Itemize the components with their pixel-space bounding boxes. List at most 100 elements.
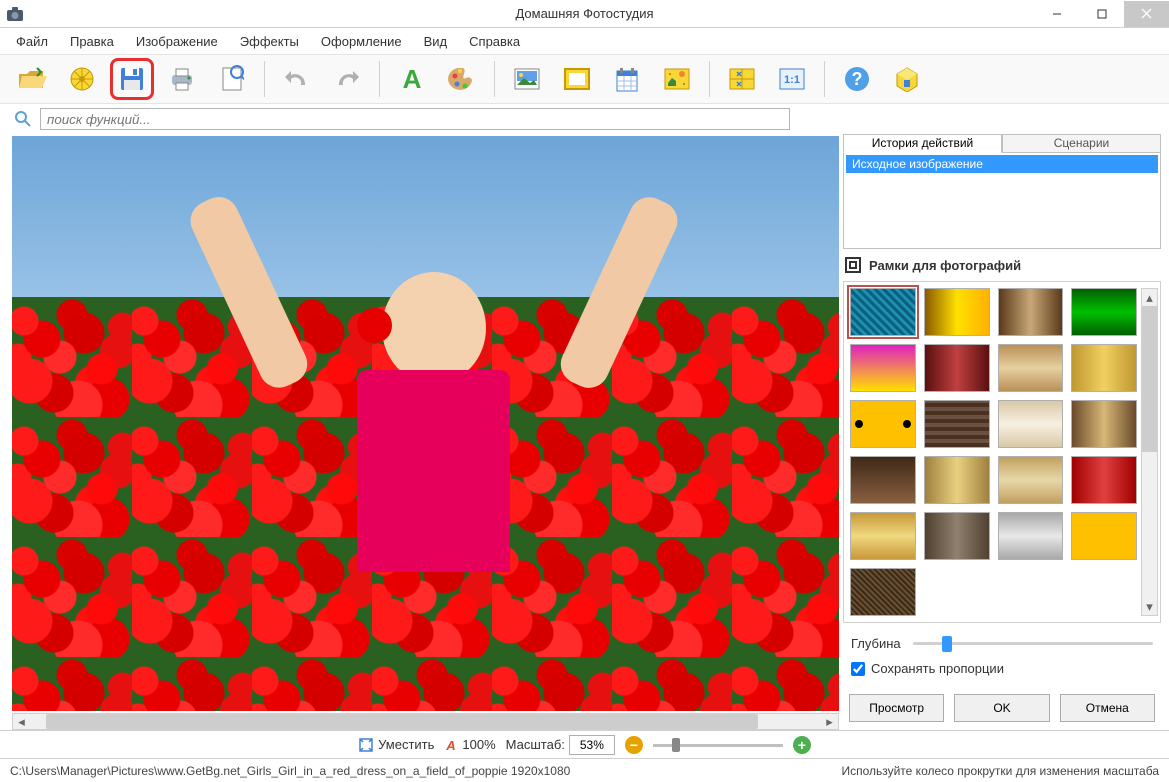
tab-scenarios[interactable]: Сценарии xyxy=(1002,134,1161,153)
scroll-right-icon[interactable]: ▸ xyxy=(821,714,838,729)
zoom-bar: Уместить A 100% Масштаб: − + xyxy=(0,730,1169,758)
frame-thumb[interactable] xyxy=(850,568,916,616)
frame-thumb[interactable] xyxy=(924,288,990,336)
frame-thumb[interactable] xyxy=(850,344,916,392)
zoom-slider[interactable] xyxy=(653,736,783,754)
menubar: Файл Правка Изображение Эффекты Оформлен… xyxy=(0,28,1169,54)
frame-thumb[interactable] xyxy=(1071,400,1137,448)
frame-thumb[interactable] xyxy=(998,400,1064,448)
depth-slider[interactable] xyxy=(913,633,1153,653)
frame-thumb[interactable] xyxy=(998,344,1064,392)
depth-row: Глубина xyxy=(843,623,1161,657)
window-title: Домашняя Фотостудия xyxy=(515,6,653,21)
frame-button[interactable] xyxy=(555,58,599,100)
scale-label: Масштаб: xyxy=(506,737,565,752)
frame-thumb[interactable] xyxy=(850,400,916,448)
print-button[interactable] xyxy=(160,58,204,100)
scroll-up-icon[interactable]: ▴ xyxy=(1142,289,1157,306)
frames-title: Рамки для фотографий xyxy=(869,258,1021,273)
hundred-label: 100% xyxy=(462,737,495,752)
menu-view[interactable]: Вид xyxy=(414,31,458,52)
calendar-button[interactable] xyxy=(605,58,649,100)
frame-thumb[interactable] xyxy=(924,512,990,560)
palette-button[interactable] xyxy=(440,58,484,100)
window-controls xyxy=(1034,1,1169,27)
frame-thumb[interactable] xyxy=(1071,512,1137,560)
frames-icon xyxy=(845,257,861,273)
open-button[interactable] xyxy=(10,58,54,100)
frame-thumb[interactable] xyxy=(850,456,916,504)
tab-history[interactable]: История действий xyxy=(843,134,1002,153)
frame-thumb[interactable] xyxy=(1071,456,1137,504)
cancel-button[interactable]: Отмена xyxy=(1060,694,1155,722)
catalog-button[interactable] xyxy=(60,58,104,100)
frame-thumb[interactable] xyxy=(924,400,990,448)
frame-thumb[interactable] xyxy=(998,456,1064,504)
save-button[interactable] xyxy=(110,58,154,100)
svg-text:A: A xyxy=(446,738,456,753)
menu-decoration[interactable]: Оформление xyxy=(311,31,412,52)
frame-thumb[interactable] xyxy=(1071,288,1137,336)
fit-button[interactable]: Уместить xyxy=(358,737,434,753)
maximize-button[interactable] xyxy=(1079,1,1124,27)
status-bar: C:\Users\Manager\Pictures\www.GetBg.net_… xyxy=(0,758,1169,782)
postcard-button[interactable] xyxy=(655,58,699,100)
zoom-out-button[interactable]: − xyxy=(625,736,643,754)
svg-text:1:1: 1:1 xyxy=(784,74,800,86)
status-path: C:\Users\Manager\Pictures\www.GetBg.net_… xyxy=(10,764,570,778)
ok-button[interactable]: OK xyxy=(954,694,1049,722)
menu-help[interactable]: Справка xyxy=(459,31,530,52)
home-button[interactable] xyxy=(885,58,929,100)
depth-label: Глубина xyxy=(851,636,901,651)
actual-size-button[interactable]: 1:1 xyxy=(770,58,814,100)
action-buttons: Просмотр OK Отмена xyxy=(843,680,1161,730)
titlebar: Домашняя Фотостудия xyxy=(0,0,1169,28)
frame-thumb[interactable] xyxy=(924,456,990,504)
toolbar: A 1:1 ? xyxy=(0,54,1169,104)
frame-thumb[interactable] xyxy=(998,288,1064,336)
zoom-in-button[interactable]: + xyxy=(793,736,811,754)
frame-thumb[interactable] xyxy=(850,288,916,336)
frame-thumb[interactable] xyxy=(924,344,990,392)
search-bar xyxy=(0,104,1169,134)
fit-label: Уместить xyxy=(378,737,434,752)
horizontal-scrollbar[interactable]: ◂ ▸ xyxy=(12,713,839,730)
right-panel: История действий Сценарии Исходное изобр… xyxy=(839,134,1169,730)
image-canvas[interactable] xyxy=(12,136,839,711)
frame-thumb[interactable] xyxy=(1071,344,1137,392)
menu-image[interactable]: Изображение xyxy=(126,31,228,52)
help-button[interactable]: ? xyxy=(835,58,879,100)
history-item[interactable]: Исходное изображение xyxy=(846,155,1158,173)
undo-button[interactable] xyxy=(275,58,319,100)
preview-button[interactable]: Просмотр xyxy=(849,694,944,722)
history-list[interactable]: Исходное изображение xyxy=(843,153,1161,249)
canvas-area: ◂ ▸ xyxy=(0,134,839,730)
search-input[interactable] xyxy=(40,108,790,130)
keep-proportions-row: Сохранять пропорции xyxy=(843,657,1161,680)
menu-effects[interactable]: Эффекты xyxy=(230,31,309,52)
collage-button[interactable] xyxy=(720,58,764,100)
svg-text:A: A xyxy=(403,66,422,92)
frames-scrollbar[interactable]: ▴ ▾ xyxy=(1141,288,1158,616)
frames-section-header: Рамки для фотографий xyxy=(843,249,1161,281)
scroll-left-icon[interactable]: ◂ xyxy=(13,714,30,729)
frames-panel: ▴ ▾ xyxy=(843,281,1161,623)
image-icon-button[interactable] xyxy=(505,58,549,100)
app-icon xyxy=(6,5,24,23)
frame-thumb[interactable] xyxy=(998,512,1064,560)
redo-button[interactable] xyxy=(325,58,369,100)
hundred-button[interactable]: A 100% xyxy=(444,737,495,753)
close-button[interactable] xyxy=(1124,1,1169,27)
svg-text:?: ? xyxy=(852,69,863,89)
zoom-input[interactable] xyxy=(569,735,615,755)
scan-button[interactable] xyxy=(210,58,254,100)
text-button[interactable]: A xyxy=(390,58,434,100)
menu-edit[interactable]: Правка xyxy=(60,31,124,52)
search-icon xyxy=(14,110,32,128)
minimize-button[interactable] xyxy=(1034,1,1079,27)
keep-proportions-label: Сохранять пропорции xyxy=(871,661,1004,676)
keep-proportions-checkbox[interactable] xyxy=(851,662,865,676)
menu-file[interactable]: Файл xyxy=(6,31,58,52)
scroll-down-icon[interactable]: ▾ xyxy=(1142,598,1157,615)
frame-thumb[interactable] xyxy=(850,512,916,560)
